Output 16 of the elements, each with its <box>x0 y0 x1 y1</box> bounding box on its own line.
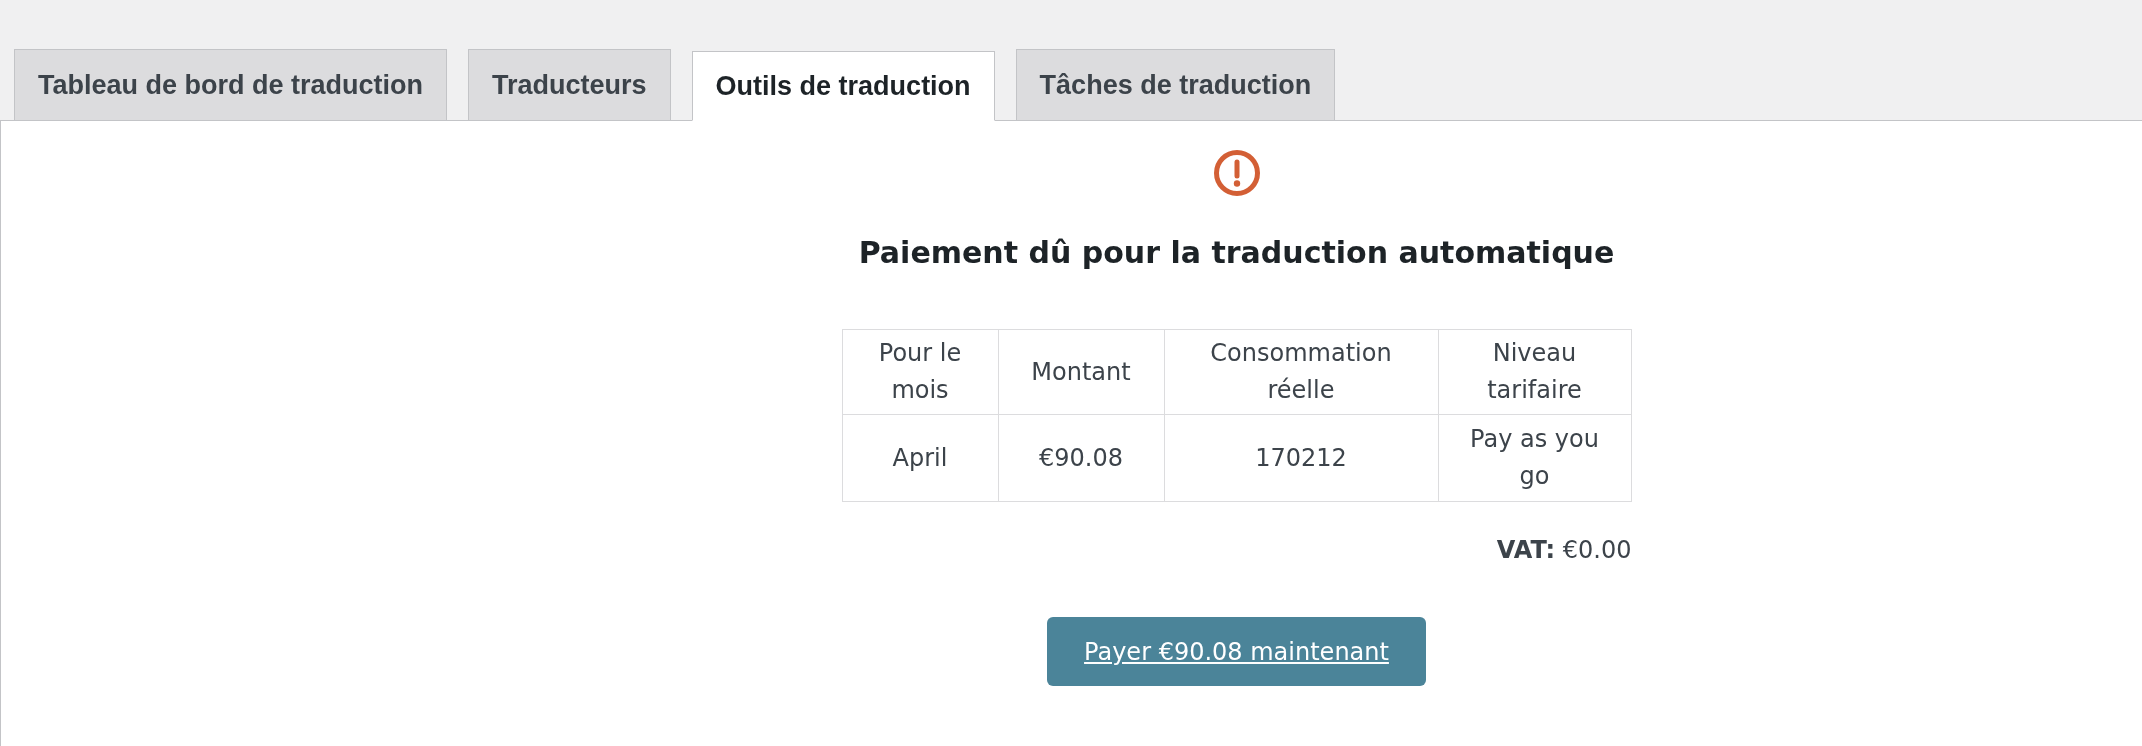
alert-icon <box>1213 150 1260 196</box>
pay-now-button[interactable]: Payer €90.08 maintenant <box>1047 617 1426 686</box>
tab[interactable]: Tableau de bord de traduction <box>14 49 448 121</box>
vat-amount: VAT: €0.00 <box>1496 535 1632 566</box>
column-header: Consommation réelle <box>1164 329 1438 415</box>
notice-title: Paiement dû pour la traduction automatique <box>858 234 1615 272</box>
table-cell: Pay as you go <box>1438 414 1631 502</box>
column-header: Pour le mois <box>842 329 998 415</box>
tab[interactable]: Outils de traduction <box>691 51 995 121</box>
column-header: Niveau tarifaire <box>1438 329 1631 415</box>
tab[interactable]: Tâches de traduction <box>1015 49 1336 121</box>
table-cell: 170212 <box>1164 414 1438 502</box>
table-cell: €90.08 <box>998 414 1164 502</box>
table-cell: April <box>842 414 998 502</box>
tab[interactable]: Traducteurs <box>468 49 671 121</box>
column-header: Montant <box>998 329 1164 415</box>
